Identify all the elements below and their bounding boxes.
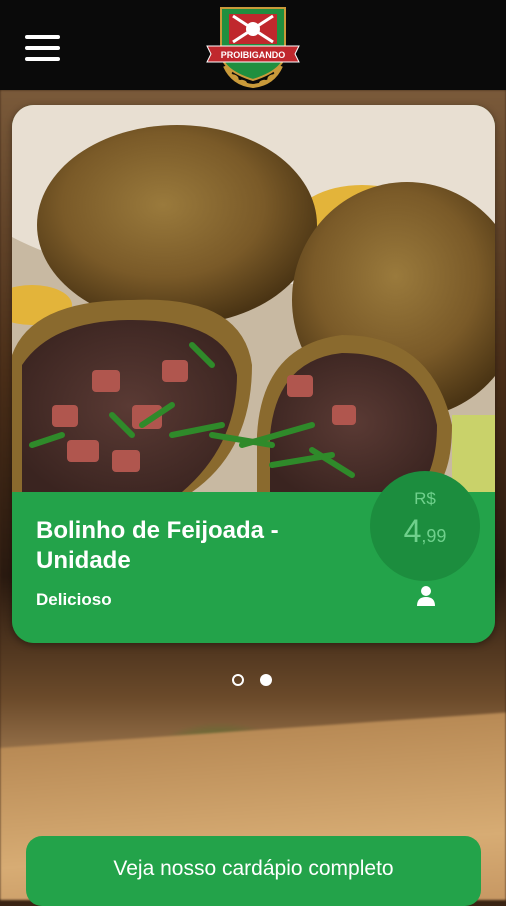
product-card[interactable]: Bolinho de Feijoada - Unidade Delicioso …: [12, 105, 495, 643]
price-cents: ,99: [421, 526, 447, 546]
brand-logo[interactable]: PROIBIGANDO: [203, 4, 303, 88]
product-photo: [12, 105, 495, 492]
product-name: Bolinho de Feijoada - Unidade: [36, 517, 279, 574]
price-currency: R$: [414, 489, 436, 508]
user-icon[interactable]: [416, 585, 436, 607]
carousel-dot-2[interactable]: [260, 674, 272, 686]
product-description: Delicioso: [36, 590, 112, 609]
full-menu-button[interactable]: Veja nosso cardápio completo: [26, 836, 481, 906]
price-badge: R$ 4,99: [370, 471, 480, 581]
hamburger-menu-icon[interactable]: [25, 35, 60, 65]
price-whole: 4: [403, 513, 422, 549]
carousel-indicators: [232, 674, 276, 688]
app-header: PROIBIGANDO: [0, 0, 506, 90]
price-value: 4,99: [370, 513, 480, 550]
logo-text: PROIBIGANDO: [221, 50, 286, 60]
carousel-dot-1[interactable]: [232, 674, 244, 686]
